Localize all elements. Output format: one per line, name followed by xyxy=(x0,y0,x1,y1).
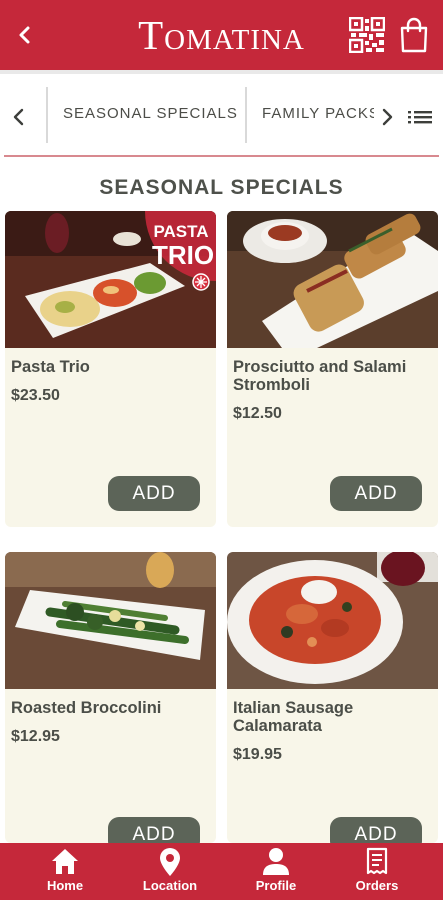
badge-line-2: TRIO xyxy=(152,240,214,270)
nav-home[interactable]: Home xyxy=(10,843,120,900)
item-name: Roasted Broccolini xyxy=(11,699,162,717)
scroll-left-icon[interactable] xyxy=(6,104,32,130)
menu-item-card[interactable]: Prosciutto and Salami Stromboli $12.50 A… xyxy=(227,211,438,527)
receipt-icon xyxy=(366,847,388,875)
item-name: Pasta Trio xyxy=(11,358,90,376)
tab-family-packs[interactable]: FAMILY PACKS xyxy=(262,105,380,122)
header-divider xyxy=(0,70,443,74)
item-price: $23.50 xyxy=(11,387,60,404)
menu-item-card[interactable]: Roasted Broccolini $12.95 ADD xyxy=(5,552,216,843)
section-title: SEASONAL SPECIALS xyxy=(99,176,344,199)
nav-profile-label: Profile xyxy=(255,878,297,893)
category-underline xyxy=(4,155,439,157)
broccolini-photo xyxy=(5,552,216,689)
add-button[interactable]: ADD xyxy=(330,817,422,843)
nav-location-label: Location xyxy=(142,878,198,893)
nav-profile[interactable]: Profile xyxy=(221,843,331,900)
item-price: $12.50 xyxy=(233,405,282,422)
add-button[interactable]: ADD xyxy=(330,476,422,511)
category-list-icon[interactable] xyxy=(406,104,434,130)
item-price: $12.95 xyxy=(11,728,60,745)
shopping-bag-icon[interactable] xyxy=(398,17,430,53)
bottom-navigation: Home Location Profile Orders xyxy=(0,843,443,900)
person-icon xyxy=(263,848,289,875)
tab-divider xyxy=(46,87,48,143)
nav-home-label: Home xyxy=(46,878,84,893)
stromboli-photo xyxy=(227,211,438,348)
add-button[interactable]: ADD xyxy=(108,476,200,511)
tab-seasonal-specials[interactable]: SEASONAL SPECIALS xyxy=(63,105,238,122)
item-name: Italian Sausage Calamarata xyxy=(233,699,354,735)
nav-orders-label: Orders xyxy=(355,878,399,893)
add-button[interactable]: ADD xyxy=(108,817,200,843)
category-bar: SEASONAL SPECIALS FAMILY PACKS xyxy=(0,76,443,156)
item-price: $19.95 xyxy=(233,746,282,763)
scroll-right-icon[interactable] xyxy=(374,104,400,130)
tab-divider xyxy=(245,87,247,143)
menu-item-card[interactable]: PASTA TRIO Pasta Trio $23.50 ADD xyxy=(5,211,216,527)
nav-location[interactable]: Location xyxy=(115,843,225,900)
item-name: Prosciutto and Salami Stromboli xyxy=(233,358,407,394)
location-pin-icon xyxy=(160,848,180,876)
qr-code-icon[interactable] xyxy=(349,17,385,53)
badge-line-1: PASTA xyxy=(153,222,208,241)
pasta-trio-photo: PASTA TRIO xyxy=(5,211,216,348)
app-header: Tomatina xyxy=(0,0,443,70)
nav-orders[interactable]: Orders xyxy=(322,843,432,900)
home-icon xyxy=(52,849,78,874)
calamarata-photo xyxy=(227,552,438,689)
menu-item-card[interactable]: Italian Sausage Calamarata $19.95 ADD xyxy=(227,552,438,843)
